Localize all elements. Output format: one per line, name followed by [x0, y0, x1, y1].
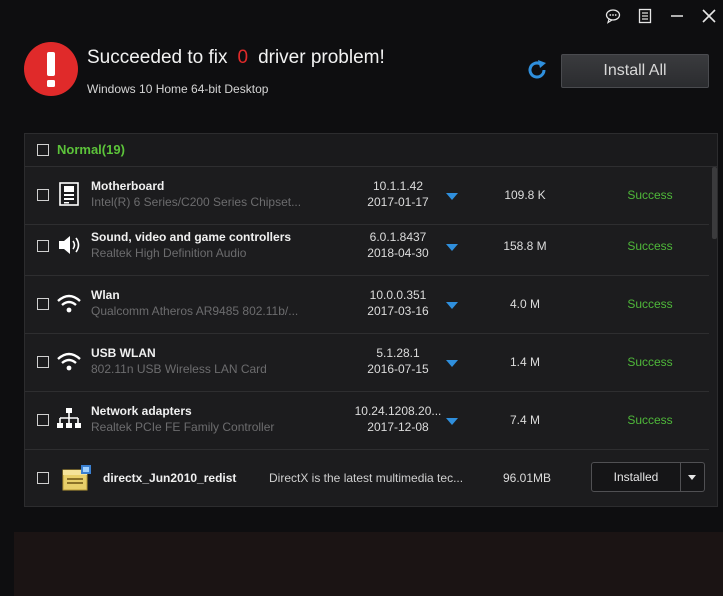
driver-row: Wlan Qualcomm Atheros AR9485 802.11b/...… — [25, 276, 709, 334]
driver-status: Success — [627, 239, 673, 253]
driver-description: 802.11n USB Wireless LAN Card — [91, 362, 267, 376]
driver-date: 2017-12-08 — [367, 420, 429, 434]
driver-status: Success — [627, 297, 673, 311]
refresh-icon[interactable] — [525, 58, 549, 82]
driver-version: 6.0.1.8437 — [369, 230, 427, 244]
driver-size: 158.8 M — [503, 239, 547, 253]
software-description: DirectX is the latest multimedia tec... — [269, 471, 464, 485]
result-header: Succeeded to fix 0 driver problem! Windows… — [0, 0, 723, 120]
driver-status: Success — [627, 355, 673, 369]
install-all-button[interactable]: Install All — [561, 54, 709, 88]
group-header: Normal(19) — [25, 134, 717, 167]
driver-checkbox[interactable] — [37, 240, 49, 252]
driver-date: 2017-01-17 — [367, 195, 429, 209]
driver-version: 5.1.28.1 — [376, 346, 420, 360]
driver-description: Qualcomm Atheros AR9485 802.11b/... — [91, 304, 299, 318]
driver-size: 109.8 K — [504, 188, 546, 202]
version-dropdown-caret[interactable] — [446, 360, 458, 367]
driver-date: 2018-04-30 — [367, 246, 429, 260]
package-icon — [62, 465, 91, 491]
wifi-icon — [56, 348, 82, 374]
driver-description: Realtek PCIe FE Family Controller — [91, 420, 275, 434]
version-dropdown-caret[interactable] — [446, 193, 458, 200]
driver-name: Wlan — [91, 288, 120, 302]
software-row: directx_Jun2010_redist DirectX is the la… — [25, 452, 717, 506]
driver-checkbox[interactable] — [37, 414, 49, 426]
group-checkbox[interactable] — [37, 144, 49, 156]
driver-size: 7.4 M — [509, 413, 540, 427]
network-icon — [56, 406, 82, 432]
software-name: directx_Jun2010_redist — [103, 471, 237, 485]
installed-dropdown-button[interactable] — [681, 462, 705, 492]
motherboard-icon — [56, 181, 82, 207]
driver-date: 2017-03-16 — [367, 304, 429, 318]
version-dropdown-caret[interactable] — [446, 302, 458, 309]
driver-row: USB WLAN 802.11n USB Wireless LAN Card 5… — [25, 334, 709, 392]
driver-date: 2016-07-15 — [367, 362, 429, 376]
footer-area — [14, 532, 723, 596]
driver-checkbox[interactable] — [37, 298, 49, 310]
driver-name: Motherboard — [91, 179, 165, 193]
result-headline: Succeeded to fix 0 driver problem! — [87, 47, 385, 69]
driver-checkbox[interactable] — [37, 189, 49, 201]
driver-status: Success — [627, 413, 673, 427]
driver-size: 4.0 M — [509, 297, 540, 311]
group-label: Normal(19) — [57, 142, 125, 157]
driver-row: Motherboard Intel(R) 6 Series/C200 Serie… — [25, 167, 709, 225]
driver-version: 10.1.1.42 — [372, 179, 424, 193]
driver-description: Realtek High Definition Audio — [91, 246, 247, 260]
driver-row: Sound, video and game controllers Realte… — [25, 218, 709, 276]
driver-list-panel: Normal(19) Motherboard Intel(R) 6 Series… — [24, 133, 718, 507]
driver-row: Network adapters Realtek PCIe FE Family … — [25, 392, 709, 450]
installed-button[interactable]: Installed — [591, 462, 681, 492]
driver-status: Success — [627, 188, 673, 202]
problem-count: 0 — [237, 47, 249, 68]
driver-version: 10.0.0.351 — [369, 288, 427, 302]
speaker-icon — [56, 232, 82, 258]
version-dropdown-caret[interactable] — [446, 418, 458, 425]
headline-prefix: Succeeded to fix — [87, 47, 228, 68]
driver-version: 10.24.1208.20... — [354, 404, 442, 418]
os-info: Windows 10 Home 64-bit Desktop — [87, 82, 269, 96]
exclamation-icon — [24, 42, 78, 96]
wifi-icon — [56, 290, 82, 316]
headline-suffix: driver problem! — [258, 47, 385, 68]
driver-name: Sound, video and game controllers — [91, 230, 292, 244]
driver-name: USB WLAN — [91, 346, 156, 360]
version-dropdown-caret[interactable] — [446, 244, 458, 251]
driver-description: Intel(R) 6 Series/C200 Series Chipset... — [91, 195, 302, 209]
driver-size: 1.4 M — [509, 355, 540, 369]
scrollbar-thumb[interactable] — [712, 167, 717, 239]
software-checkbox[interactable] — [37, 472, 49, 484]
driver-checkbox[interactable] — [37, 356, 49, 368]
driver-name: Network adapters — [91, 404, 192, 418]
software-size: 96.01MB — [503, 471, 552, 485]
